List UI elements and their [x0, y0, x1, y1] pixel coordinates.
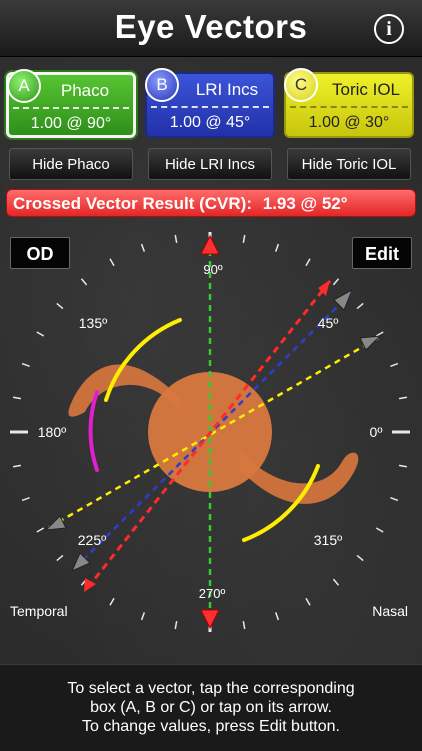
- dial-tick: [174, 234, 178, 244]
- dial-tick: [36, 331, 45, 337]
- dial-tick: [242, 234, 246, 244]
- cvr-value: 1.93 @ 52°: [262, 194, 348, 213]
- dial-tick: [12, 464, 22, 468]
- dial-tick: [109, 258, 115, 267]
- dial-tick: [80, 278, 88, 286]
- cvr-vector-line: [84, 280, 332, 591]
- vector-c-box[interactable]: C Toric IOL 1.00 @ 30°: [284, 68, 414, 138]
- vector-b-divider: [151, 106, 269, 108]
- label-315: 315º: [314, 532, 342, 548]
- phaco-arrow-top[interactable]: [200, 234, 220, 255]
- toric-arrow-bottom[interactable]: [44, 515, 67, 531]
- dial-tick: [12, 396, 22, 400]
- vector-b-value: 1.00 @ 45°: [169, 114, 251, 131]
- dial-tick: [305, 597, 311, 606]
- dial-tick: [274, 612, 280, 621]
- hide-toric-iol-button[interactable]: Hide Toric IOL: [287, 148, 411, 180]
- label-90: 90º: [203, 262, 222, 277]
- cvr-arrow-bottom[interactable]: [84, 578, 96, 592]
- instruction-line-2: box (A, B or C) or tap on its arrow.: [90, 699, 332, 716]
- vector-c-value: 1.00 @ 30°: [308, 114, 390, 131]
- instruction-line-3: To change values, press Edit button.: [82, 718, 340, 735]
- dial-tick: [332, 578, 340, 586]
- label-270: 270º: [199, 586, 226, 601]
- edit-button[interactable]: Edit: [352, 237, 412, 269]
- instructions-panel: To select a vector, tap the correspondin…: [0, 664, 422, 751]
- cvr-label: Crossed Vector Result (CVR):: [13, 194, 252, 213]
- lri-arrow-bottom[interactable]: [71, 552, 91, 572]
- dial-tick: [305, 258, 311, 267]
- dial-tick: [390, 362, 399, 368]
- dial-tick: [109, 597, 115, 606]
- phaco-arrow-bottom[interactable]: [200, 609, 220, 630]
- dial-tick: [56, 302, 64, 310]
- dial-tick: [140, 243, 146, 252]
- vector-c-name: Toric IOL: [331, 80, 401, 99]
- app-title: Eye Vectors: [114, 8, 308, 45]
- label-225: 225º: [78, 532, 106, 548]
- hide-lri-incs-button[interactable]: Hide LRI Incs: [148, 148, 272, 180]
- lri-arc: [88, 390, 99, 472]
- axis-dial: 90º 45º 135º 180º 0º 225º 315º 270º: [10, 232, 410, 632]
- dial-tick: [356, 302, 364, 310]
- vector-a-value: 1.00 @ 90°: [30, 115, 112, 132]
- toric-arrow-top[interactable]: [359, 335, 382, 351]
- label-0: 0º: [370, 424, 383, 440]
- dial-tick: [140, 612, 146, 621]
- cvr-result-bar: Crossed Vector Result (CVR): 1.93 @ 52°: [6, 189, 416, 217]
- info-button[interactable]: i: [374, 14, 404, 44]
- dial-tick: [274, 243, 280, 252]
- vector-a-box[interactable]: A Phaco 1.00 @ 90°: [6, 69, 136, 138]
- lri-arrow-top[interactable]: [333, 288, 353, 311]
- dial-tick: [174, 620, 178, 630]
- eye-od-button[interactable]: OD: [10, 237, 70, 269]
- nasal-label: Nasal: [372, 603, 408, 619]
- dial-tick: [398, 464, 408, 468]
- dial-tick: [332, 278, 340, 286]
- dial-tick: [390, 496, 399, 502]
- dial-tick: [398, 396, 408, 400]
- dial-tick: [242, 620, 246, 630]
- title-bar: Eye Vectors i: [0, 0, 422, 57]
- label-135: 135º: [79, 315, 107, 331]
- dial-tick: [21, 362, 30, 368]
- vector-a-divider: [13, 107, 129, 109]
- label-45: 45º: [318, 315, 339, 331]
- vector-c-divider: [290, 106, 408, 108]
- toric-vector-line: [47, 336, 379, 530]
- temporal-label: Temporal: [10, 603, 68, 619]
- dial-tick: [375, 527, 384, 533]
- dial-tick: [36, 527, 45, 533]
- dial-tick: [56, 554, 64, 562]
- hide-phaco-button[interactable]: Hide Phaco: [9, 148, 133, 180]
- vector-a-name: Phaco: [60, 81, 110, 100]
- dial-tick: [356, 554, 364, 562]
- vector-b-name: LRI Incs: [195, 80, 259, 99]
- dial-tick: [21, 496, 30, 502]
- instruction-line-1: To select a vector, tap the correspondin…: [67, 680, 355, 697]
- label-180: 180º: [38, 424, 66, 440]
- vector-b-box[interactable]: B LRI Incs 1.00 @ 45°: [145, 68, 275, 138]
- dial-tick: [375, 331, 384, 337]
